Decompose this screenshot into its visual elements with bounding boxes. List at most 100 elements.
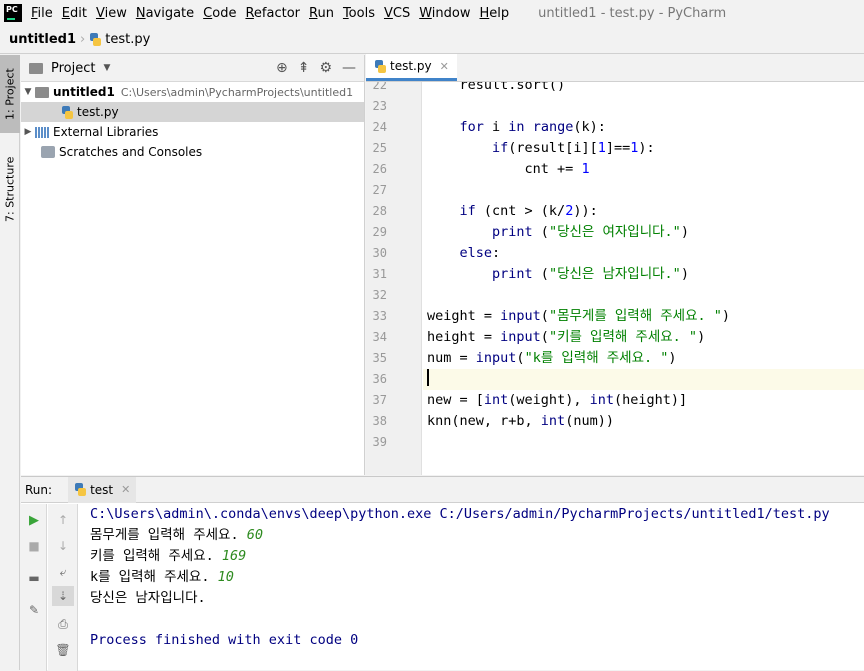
tree-item-untitled1[interactable]: ▼ untitled1 C:\Users\admin\PycharmProjec… — [21, 82, 364, 102]
line-number: 32 — [372, 288, 387, 302]
tree-item-label: untitled1 — [53, 85, 115, 99]
menu-bar: PC File Edit View Navigate Code Refactor Run To… — [0, 0, 864, 26]
code-area[interactable]: result.sort() for i in range(k): if(resu… — [423, 82, 864, 475]
pin-icon[interactable]: ✎ — [23, 600, 45, 620]
expand-arrow-icon[interactable]: ▼ — [21, 87, 35, 97]
line-number: 30 — [372, 246, 387, 260]
code-editor: test.py ✕ 22 23 24 25 26 27 28 29 30 31 32 33 34 35 36… — [366, 54, 864, 475]
chevron-right-icon: › — [80, 32, 86, 47]
code-line: result.sort() — [427, 82, 566, 93]
code-line: num = input("k를 입력해 주세요. ") — [427, 350, 677, 366]
editor-tab-label: test.py — [390, 59, 432, 73]
menu-item-edit[interactable]: Edit — [62, 6, 87, 21]
tree-item-test-py[interactable]: test.py — [21, 102, 364, 122]
python-file-icon — [61, 105, 74, 119]
locate-icon[interactable]: ⊕ — [276, 60, 288, 76]
run-toolbar-left: ▶ ■ ▬ ✎ — [21, 504, 47, 671]
console-line: k를 입력해 주세요. 10 — [90, 569, 234, 585]
menu-item-code[interactable]: Code — [203, 6, 236, 21]
console-user-input: 169 — [221, 548, 247, 564]
console-user-input: 60 — [246, 527, 263, 543]
breadcrumb-project[interactable]: untitled1 — [9, 32, 76, 47]
line-number: 22 — [372, 82, 387, 92]
tree-item-path: C:\Users\admin\PycharmProjects\untitled1 — [120, 85, 354, 99]
tree-item-label: External Libraries — [53, 125, 159, 139]
line-number: 27 — [372, 183, 387, 197]
python-file-icon — [89, 33, 102, 46]
run-label: Run: — [25, 482, 53, 497]
python-file-icon — [374, 59, 387, 73]
layout-icon[interactable]: ▬ — [23, 568, 45, 588]
gear-icon[interactable]: ⚙ — [319, 60, 332, 76]
code-line: if (cnt > (k/2)): — [459, 203, 598, 219]
line-number: 38 — [372, 414, 387, 428]
line-number: 25 — [372, 141, 387, 155]
down-arrow-icon[interactable]: ↓ — [52, 536, 74, 556]
collapse-all-icon[interactable]: ⇞ — [298, 60, 310, 76]
code-line — [423, 369, 864, 390]
run-toolbar-right: ↑ ↓ ⤶ ⇣ ⎙ 🗑 — [48, 504, 78, 671]
menu-item-window[interactable]: Window — [419, 6, 470, 21]
console-line: 키를 입력해 주세요. 169 — [90, 548, 247, 564]
tree-item-label: Scratches and Consoles — [59, 145, 203, 159]
code-line: height = input("키를 입력해 주세요. ") — [427, 329, 706, 345]
chevron-down-icon[interactable]: ▼ — [103, 63, 110, 73]
console-line: 당신은 남자입니다. — [90, 590, 206, 606]
stop-icon[interactable]: ■ — [23, 536, 45, 556]
menu-item-file[interactable]: File — [31, 6, 53, 21]
menu-item-tools[interactable]: Tools — [343, 6, 375, 21]
menu-item-view[interactable]: View — [96, 6, 127, 21]
scroll-to-end-icon[interactable]: ⇣ — [52, 586, 74, 606]
line-number: 34 — [372, 330, 387, 344]
run-console[interactable]: C:\Users\admin\.conda\envs\deep\python.e… — [90, 504, 864, 671]
project-panel-header: Project ▼ ⊕ ⇞ ⚙ — — [21, 55, 364, 82]
tree-item-external-libraries[interactable]: ▶ External Libraries — [21, 122, 364, 142]
tab-structure-label: 7: Structure — [3, 156, 17, 222]
run-tab-test[interactable]: test ✕ — [68, 476, 137, 503]
menu-item-vcs[interactable]: VCS — [384, 6, 410, 21]
editor-tabs: test.py ✕ — [366, 54, 864, 82]
line-number: 24 — [372, 120, 387, 134]
menu-item-help[interactable]: Help — [480, 6, 510, 21]
tab-project[interactable]: 1: Project — [0, 55, 20, 133]
line-number: 33 — [372, 309, 387, 323]
breadcrumb-file[interactable]: test.py — [105, 32, 150, 47]
tab-structure[interactable]: 7: Structure — [0, 145, 20, 233]
line-number: 29 — [372, 225, 387, 239]
minimize-icon[interactable]: — — [342, 60, 356, 76]
console-user-input: 10 — [217, 569, 234, 585]
project-panel-title[interactable]: Project — [51, 61, 95, 76]
close-icon[interactable]: ✕ — [121, 483, 130, 496]
left-tool-strip: 1: Project 7: Structure — [0, 55, 20, 670]
menu-item-navigate[interactable]: Navigate — [136, 6, 194, 21]
line-number: 35 — [372, 351, 387, 365]
line-number: 39 — [372, 435, 387, 449]
code-line: for i in range(k): — [459, 119, 606, 135]
soft-wrap-icon[interactable]: ⤶ — [52, 562, 74, 582]
scratches-icon — [41, 146, 55, 158]
window-title: untitled1 - test.py - PyCharm — [538, 5, 727, 21]
breadcrumb: untitled1 › test.py — [0, 26, 864, 54]
trash-icon[interactable]: 🗑 — [52, 640, 74, 660]
menu-item-refactor[interactable]: Refactor — [245, 6, 300, 21]
close-icon[interactable]: ✕ — [440, 60, 449, 73]
code-line: print ("당신은 남자입니다.") — [492, 266, 689, 282]
tab-project-label: 1: Project — [3, 68, 17, 120]
tree-item-scratches[interactable]: Scratches and Consoles — [21, 142, 364, 162]
menu-item-run[interactable]: Run — [309, 6, 334, 21]
tree-item-label: test.py — [77, 105, 119, 119]
up-arrow-icon[interactable]: ↑ — [52, 510, 74, 530]
print-icon[interactable]: ⎙ — [52, 614, 74, 634]
console-line: 몸무게를 입력해 주세요. 60 — [90, 527, 263, 543]
line-number: 23 — [372, 99, 387, 113]
expand-arrow-icon[interactable]: ▶ — [21, 127, 35, 137]
rerun-icon[interactable]: ▶ — [23, 510, 45, 530]
python-file-icon — [74, 483, 87, 496]
code-line: cnt += 1 — [427, 161, 590, 177]
editor-tab-test-py[interactable]: test.py ✕ — [366, 54, 457, 81]
folder-icon — [29, 62, 43, 74]
